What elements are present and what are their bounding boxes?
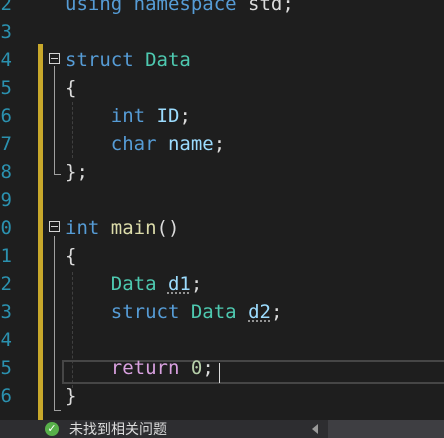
code-token: 0 [190, 357, 203, 379]
code-token: return [110, 357, 180, 379]
code-text[interactable]: Data d1; [65, 270, 203, 298]
line-number: 7 [0, 133, 12, 155]
code-token: d1 [167, 273, 191, 295]
code-line[interactable]: 4 struct Data [0, 46, 444, 74]
code-line[interactable]: 6} [0, 382, 444, 410]
line-number: 0 [0, 217, 12, 239]
line-number: 9 [0, 189, 12, 211]
status-bar: ✓ 未找到相关问题 [0, 420, 444, 438]
code-token: ID [156, 105, 180, 127]
text-caret [219, 363, 220, 383]
code-line[interactable]: 5 return 0; [0, 354, 444, 382]
collapse-toggle-icon[interactable] [49, 53, 60, 64]
line-number: 2 [0, 0, 12, 15]
code-line[interactable]: 8}; [0, 158, 444, 186]
line-number: 1 [0, 245, 12, 267]
fold-end-main [54, 410, 61, 411]
code-text[interactable]: int ID; [65, 102, 191, 130]
line-number: 5 [0, 77, 12, 99]
line-number: 6 [0, 105, 12, 127]
code-text[interactable]: }; [65, 158, 88, 186]
line-number: 4 [0, 329, 12, 351]
code-text[interactable]: } [65, 382, 76, 410]
code-text[interactable]: char name; [65, 130, 225, 158]
code-line[interactable]: 0 int main() [0, 214, 444, 242]
status-message[interactable]: 未找到相关问题 [69, 420, 167, 438]
code-token: Data [145, 49, 191, 71]
code-text[interactable]: struct Data d2; [65, 298, 283, 326]
code-token: std; [236, 0, 294, 15]
line-number: 2 [0, 273, 12, 295]
code-token: namespace [133, 0, 237, 15]
code-token: { [65, 245, 77, 267]
code-token: }; [65, 161, 88, 183]
code-line[interactable]: 9 [0, 186, 444, 214]
line-number: 4 [0, 49, 12, 71]
code-line[interactable]: 3 [0, 18, 444, 46]
code-text[interactable]: using namespace std; [65, 0, 294, 18]
code-text[interactable]: struct Data [65, 46, 191, 74]
horizontal-scrollbar[interactable] [328, 420, 444, 438]
line-number: 3 [0, 301, 12, 323]
line-number: 5 [0, 357, 12, 379]
code-token: Data [190, 301, 237, 323]
line-number: 8 [0, 161, 12, 183]
code-text[interactable]: int main() [65, 214, 179, 242]
code-token: name [167, 133, 214, 155]
code-token: int [110, 105, 146, 127]
code-token: } [65, 385, 77, 407]
code-line[interactable]: 4 [0, 326, 444, 354]
code-token: using [65, 0, 123, 15]
code-token: ; [202, 357, 214, 379]
code-token: () [156, 217, 180, 239]
code-text[interactable]: return 0; [65, 354, 214, 382]
code-line[interactable]: 6 int ID; [0, 102, 444, 130]
code-editor[interactable]: 2 using namespace std; 3 4 struct Data 5{6 in… [0, 0, 444, 420]
collapse-toggle-icon[interactable] [49, 221, 60, 232]
line-number: 6 [0, 385, 12, 407]
code-token: Data [110, 273, 157, 295]
code-text[interactable]: { [65, 242, 76, 270]
scroll-left-icon[interactable] [312, 424, 318, 434]
code-token: int [65, 217, 100, 239]
code-line[interactable]: 2 Data d1; [0, 270, 444, 298]
code-text[interactable]: { [65, 74, 76, 102]
code-token: struct [65, 49, 134, 71]
code-token: ; [213, 133, 226, 155]
code-line[interactable]: 7 char name; [0, 130, 444, 158]
code-token: char [110, 133, 157, 155]
code-token: struct [110, 301, 180, 323]
code-line[interactable]: 3 struct Data d2; [0, 298, 444, 326]
code-line[interactable]: 1{ [0, 242, 444, 270]
code-token: ; [190, 273, 203, 295]
code-line[interactable]: 2 using namespace std; [0, 0, 444, 18]
code-token: { [65, 77, 77, 99]
check-circle-icon: ✓ [45, 422, 59, 436]
code-token: ; [270, 301, 283, 323]
code-token: d2 [248, 301, 271, 323]
code-token: main [110, 217, 157, 239]
code-line[interactable]: 5{ [0, 74, 444, 102]
line-number: 3 [0, 21, 12, 43]
code-token: ; [179, 105, 191, 127]
